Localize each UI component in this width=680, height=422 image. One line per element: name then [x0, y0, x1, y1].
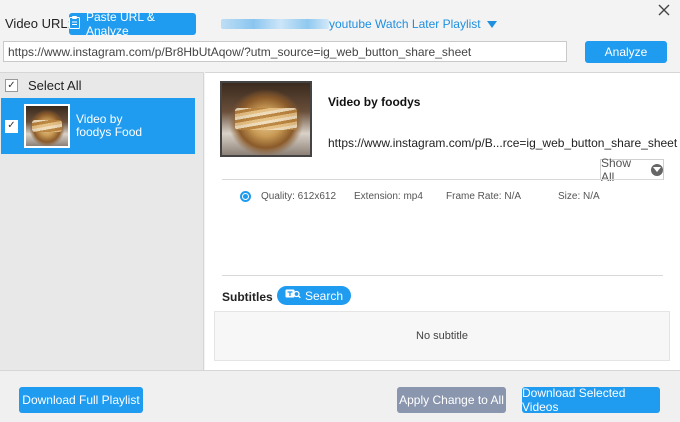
- playlist-link-label: youtube Watch Later Playlist: [329, 17, 481, 31]
- frame-rate-text: Frame Rate: N/A: [446, 191, 522, 202]
- format-option-row[interactable]: Quality: 612x612 Extension: mp4 Frame Ra…: [240, 191, 600, 202]
- download-selected-videos-button[interactable]: Download Selected Videos: [522, 386, 660, 414]
- video-url-label: Video URL:: [5, 16, 72, 31]
- download-full-playlist-button[interactable]: Download Full Playlist: [19, 387, 143, 413]
- list-item[interactable]: ✓ Video by foodys Food: [1, 98, 195, 154]
- watch-later-playlist-link[interactable]: youtube Watch Later Playlist: [221, 17, 497, 31]
- video-preview-thumbnail: [220, 81, 312, 157]
- extension-text: Extension: mp4: [354, 191, 423, 202]
- checkbox-checked-icon: ✓: [5, 79, 18, 92]
- no-subtitle-text: No subtitle: [416, 330, 468, 342]
- video-url: https://www.instagram.com/p/B...rce=ig_w…: [328, 136, 678, 150]
- subtitle-search-button[interactable]: Search: [277, 286, 351, 305]
- chevron-down-icon: [486, 17, 497, 31]
- search-label: Search: [304, 288, 344, 303]
- subtitle-search-icon: [285, 288, 301, 303]
- paste-url-analyze-label: Paste URL & Analyze: [86, 10, 155, 38]
- quality-text: Quality: 612x612: [261, 191, 337, 202]
- clipboard-icon: [69, 16, 80, 32]
- blurred-account-name: [221, 19, 329, 29]
- apply-change-to-all-button[interactable]: Apply Change to All: [397, 387, 506, 413]
- paste-url-analyze-button[interactable]: Paste URL & Analyze: [69, 10, 196, 38]
- subtitle-list: No subtitle: [214, 311, 670, 361]
- select-all-checkbox[interactable]: ✓ Select All: [5, 78, 81, 93]
- size-text: Size: N/A: [558, 191, 600, 202]
- divider: [222, 275, 663, 276]
- analyze-button[interactable]: Analyze: [585, 41, 667, 63]
- video-thumbnail: [24, 104, 70, 148]
- video-title: Video by foodys: [328, 95, 421, 109]
- subtitles-heading: Subtitles: [222, 290, 273, 304]
- checkbox-checked-icon[interactable]: ✓: [5, 119, 18, 133]
- chevron-down-icon: [651, 163, 663, 176]
- url-input[interactable]: [3, 41, 567, 62]
- video-item-title: Video by foodys Food: [76, 112, 143, 139]
- close-icon[interactable]: [656, 2, 672, 18]
- radio-selected-icon[interactable]: [240, 191, 251, 202]
- select-all-label: Select All: [28, 78, 82, 93]
- show-all-button[interactable]: Show All: [600, 156, 664, 184]
- divider: [222, 179, 663, 180]
